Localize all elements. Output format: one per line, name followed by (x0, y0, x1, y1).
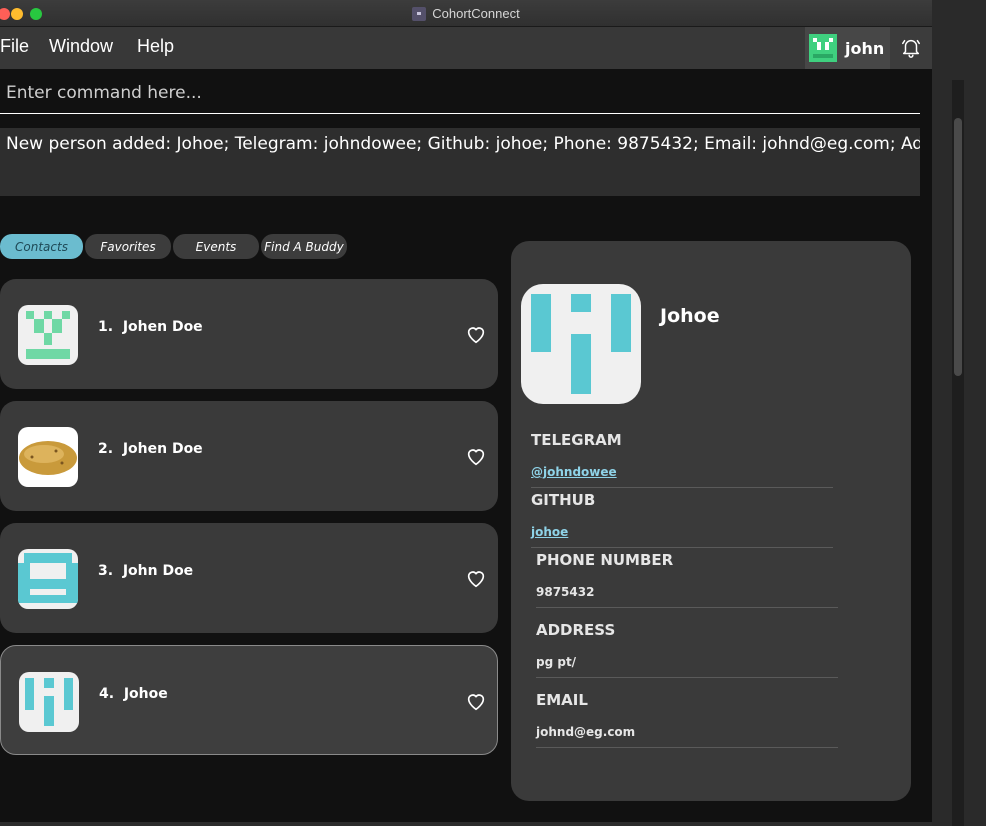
user-avatar (809, 34, 837, 62)
divider (536, 607, 838, 608)
tab-favorites[interactable]: Favorites (85, 234, 171, 259)
address-label: ADDRESS (536, 621, 616, 639)
user-name: john (845, 38, 885, 58)
github-link[interactable]: johoe (531, 525, 568, 539)
heart-outline-icon[interactable] (465, 445, 487, 467)
telegram-label: TELEGRAM (531, 431, 622, 449)
contact-card-selected[interactable]: 4. Johoe (0, 645, 498, 755)
result-display: New person added: Johoe; Telegram: johnd… (0, 128, 920, 196)
telegram-link[interactable]: @johndowee (531, 465, 617, 479)
divider (536, 677, 838, 678)
notifications-button[interactable] (890, 27, 932, 69)
heart-outline-icon[interactable] (465, 567, 487, 589)
divider (531, 487, 833, 488)
app-window: CohortConnect File Window Help john New … (0, 0, 932, 826)
contact-card[interactable]: 2. Johen Doe (0, 401, 498, 511)
github-label: GITHUB (531, 491, 596, 509)
user-profile-button[interactable]: john (805, 27, 890, 69)
command-input[interactable] (0, 72, 920, 114)
bell-icon (902, 39, 920, 58)
menu-window[interactable]: Window (49, 36, 113, 57)
phone-value: 9875432 (536, 585, 595, 599)
contact-name: 1. Johen Doe (98, 319, 203, 335)
scrollbar-thumb[interactable] (954, 118, 962, 376)
tab-find-a-buddy[interactable]: Find A Buddy (261, 234, 347, 259)
status-bar (0, 822, 932, 826)
menu-file[interactable]: File (0, 36, 29, 57)
email-label: EMAIL (536, 691, 588, 709)
address-value: pg pt/ (536, 655, 577, 669)
tab-contacts[interactable]: Contacts (0, 234, 83, 259)
contact-name: 3. John Doe (98, 563, 194, 579)
detail-name: Johoe (660, 305, 720, 327)
heart-outline-icon[interactable] (465, 690, 487, 712)
contact-name: 4. Johoe (99, 686, 168, 702)
divider (536, 747, 838, 748)
divider (531, 547, 833, 548)
detail-avatar (521, 284, 641, 404)
phone-label: PHONE NUMBER (536, 551, 674, 569)
contact-avatar (18, 549, 78, 609)
menu-bar: File Window Help (0, 27, 932, 69)
title-bar: CohortConnect (0, 0, 932, 27)
email-value: johnd@eg.com (536, 725, 636, 739)
menu-help[interactable]: Help (137, 36, 174, 57)
contact-avatar (19, 672, 79, 732)
contact-card[interactable]: 3. John Doe (0, 523, 498, 633)
potato-avatar (18, 427, 78, 487)
window-title: CohortConnect (0, 0, 932, 27)
contact-detail-panel: Johoe TELEGRAM @johndowee GITHUB johoe P… (511, 241, 911, 801)
tab-events[interactable]: Events (173, 234, 259, 259)
contact-card[interactable]: 1. Johen Doe (0, 279, 498, 389)
contact-avatar (18, 305, 78, 365)
heart-outline-icon[interactable] (465, 323, 487, 345)
window-title-text: CohortConnect (432, 6, 520, 21)
potato-image (19, 441, 77, 475)
app-icon (412, 6, 427, 21)
contact-name: 2. Johen Doe (98, 441, 203, 457)
